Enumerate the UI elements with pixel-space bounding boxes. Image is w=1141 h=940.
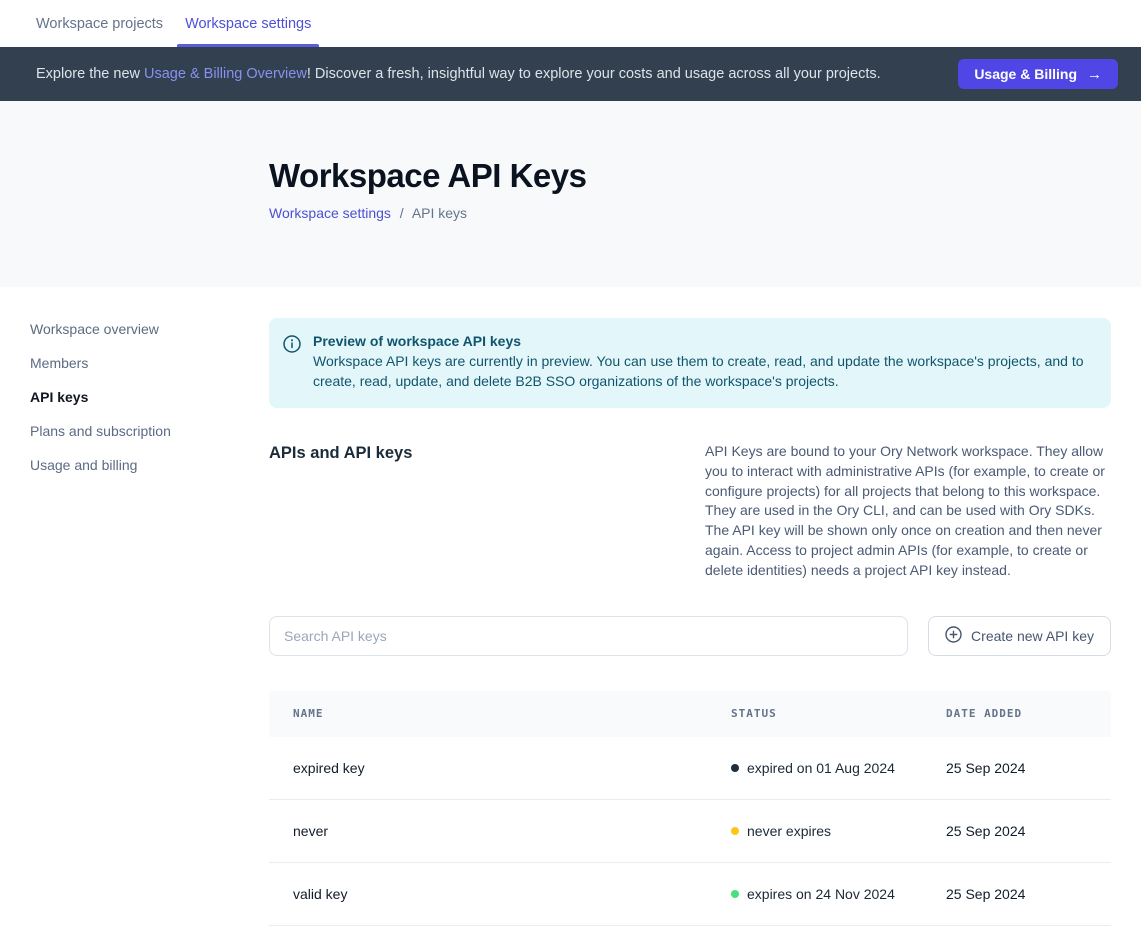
api-key-name: expired key	[269, 760, 731, 776]
row-actions	[1071, 756, 1141, 780]
callout-title: Preview of workspace API keys	[313, 333, 1095, 349]
settings-sidebar: Workspace overview Members API keys Plan…	[0, 287, 269, 926]
row-actions	[1071, 819, 1141, 843]
tab-workspace-settings[interactable]: Workspace settings	[177, 0, 319, 47]
tab-label: Workspace settings	[185, 16, 311, 32]
main-panel: Preview of workspace API keys Workspace …	[269, 287, 1111, 926]
column-header-name: NAME	[269, 707, 731, 720]
api-key-date-added: 25 Sep 2024	[946, 823, 1071, 839]
api-key-status: expired on 01 Aug 2024	[731, 760, 946, 776]
breadcrumb: Workspace settings / API keys	[269, 205, 1141, 221]
breadcrumb-current: API keys	[412, 205, 467, 221]
api-key-name: valid key	[269, 886, 731, 902]
column-header-date-added: DATE ADDED	[946, 707, 1071, 720]
breadcrumb-separator: /	[400, 205, 404, 221]
sidebar-item-usage-and-billing[interactable]: Usage and billing	[30, 457, 269, 473]
info-circle-icon	[283, 335, 301, 391]
tab-workspace-projects[interactable]: Workspace projects	[28, 0, 171, 47]
banner-text: Explore the new Usage & Billing Overview…	[36, 66, 958, 82]
active-tab-underline	[177, 44, 319, 47]
sidebar-item-api-keys[interactable]: API keys	[30, 389, 269, 405]
api-key-name: never	[269, 823, 731, 839]
status-dot-icon	[731, 764, 739, 772]
section-heading: APIs and API keys	[269, 442, 412, 581]
row-actions	[1071, 882, 1141, 906]
status-text: never expires	[747, 823, 831, 839]
create-api-key-label: Create new API key	[971, 628, 1094, 644]
page-title: Workspace API Keys	[269, 157, 1141, 195]
breadcrumb-workspace-settings-link[interactable]: Workspace settings	[269, 205, 391, 221]
preview-callout: Preview of workspace API keys Workspace …	[269, 318, 1111, 408]
plus-circle-icon	[945, 626, 962, 646]
usage-billing-button[interactable]: Usage & Billing →	[958, 59, 1118, 89]
content-area: Workspace overview Members API keys Plan…	[0, 287, 1141, 926]
table-row: valid key expires on 24 Nov 2024 25 Sep …	[269, 863, 1111, 926]
callout-body: Workspace API keys are currently in prev…	[313, 352, 1095, 391]
usage-billing-banner: Explore the new Usage & Billing Overview…	[0, 47, 1141, 101]
api-key-controls: Create new API key	[269, 616, 1111, 656]
sidebar-item-workspace-overview[interactable]: Workspace overview	[30, 321, 269, 337]
callout-content: Preview of workspace API keys Workspace …	[313, 333, 1095, 391]
table-row: expired key expired on 01 Aug 2024 25 Se…	[269, 737, 1111, 800]
banner-text-before: Explore the new	[36, 66, 144, 82]
api-key-date-added: 25 Sep 2024	[946, 760, 1071, 776]
api-key-status: never expires	[731, 823, 946, 839]
usage-billing-button-label: Usage & Billing	[974, 66, 1077, 82]
table-row: never never expires 25 Sep 2024	[269, 800, 1111, 863]
section-description: API Keys are bound to your Ory Network w…	[705, 442, 1111, 581]
apis-section: APIs and API keys API Keys are bound to …	[269, 442, 1111, 581]
banner-usage-billing-link[interactable]: Usage & Billing Overview	[144, 66, 307, 82]
page-header: Workspace API Keys Workspace settings / …	[0, 101, 1141, 287]
status-dot-icon	[731, 890, 739, 898]
create-api-key-button[interactable]: Create new API key	[928, 616, 1111, 656]
banner-text-after: ! Discover a fresh, insightful way to ex…	[307, 66, 881, 82]
arrow-right-icon: →	[1087, 66, 1102, 83]
api-keys-table: NAME STATUS DATE ADDED expired key expir…	[269, 691, 1111, 926]
sidebar-item-plans-and-subscription[interactable]: Plans and subscription	[30, 423, 269, 439]
top-nav: Workspace projects Workspace settings	[0, 0, 1141, 47]
tab-label: Workspace projects	[36, 16, 163, 32]
status-dot-icon	[731, 827, 739, 835]
api-key-date-added: 25 Sep 2024	[946, 886, 1071, 902]
table-header: NAME STATUS DATE ADDED	[269, 691, 1111, 737]
sidebar-item-members[interactable]: Members	[30, 355, 269, 371]
api-key-status: expires on 24 Nov 2024	[731, 886, 946, 902]
status-text: expires on 24 Nov 2024	[747, 886, 895, 902]
status-text: expired on 01 Aug 2024	[747, 760, 895, 776]
column-header-status: STATUS	[731, 707, 946, 720]
search-input[interactable]	[269, 616, 908, 656]
